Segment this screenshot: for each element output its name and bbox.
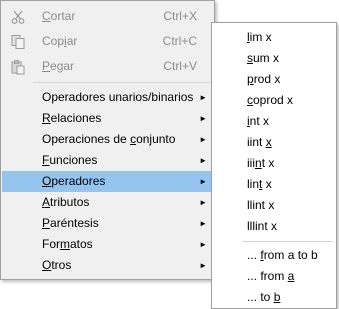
menu-item-label: Operadores unarios/binarios <box>42 90 194 104</box>
menu-item-label: Cortar <box>42 9 76 23</box>
submenu-item-label: lllint x <box>247 219 278 233</box>
submenu-item-lllint[interactable]: lllint x <box>213 216 335 237</box>
menu-item-parentesis[interactable]: Paréntesis ► <box>2 213 213 234</box>
submenu-item-label: coprod x <box>247 93 294 107</box>
menu-item-label: Funciones <box>42 153 98 167</box>
submenu-item-label: lint x <box>247 177 272 191</box>
submenu-item-to-b[interactable]: ... to b <box>213 287 335 308</box>
menu-item-label: Operadores <box>42 174 106 188</box>
submenu-item-label: ... to b <box>247 290 281 304</box>
cut-icon <box>11 10 25 24</box>
menu-separator <box>33 82 210 83</box>
submenu-item-iiint[interactable]: iiint x <box>213 153 335 174</box>
menu-item-label: Formatos <box>42 237 93 251</box>
submenu-item-lim[interactable]: lim x <box>213 27 335 48</box>
submenu-item-label: iiint x <box>247 156 275 170</box>
submenu-arrow-icon: ► <box>199 219 207 228</box>
submenu-item-from-a[interactable]: ... from a <box>213 266 335 287</box>
submenu-item-label: prod x <box>247 72 281 86</box>
menu-item-label: Paréntesis <box>42 216 99 230</box>
submenu-arrow-icon: ► <box>199 156 207 165</box>
submenu-arrow-icon: ► <box>199 240 207 249</box>
menu-item-operaciones-de-conjunto[interactable]: Operaciones de conjunto ► <box>2 129 213 150</box>
menu-item-shortcut: Ctrl+V <box>163 59 197 73</box>
menu-item-label: Copiar <box>42 34 78 48</box>
operadores-submenu: lim x sum x prod x coprod x int x iint x… <box>211 22 337 309</box>
menu-item-otros[interactable]: Otros ► <box>2 255 213 276</box>
submenu-item-label: ... from a to b <box>247 248 318 262</box>
menu-item-copy[interactable]: Copiar Ctrl+C <box>2 31 213 52</box>
menu-item-label: Atributos <box>42 195 90 209</box>
submenu-arrow-icon: ► <box>199 198 207 207</box>
menu-item-funciones[interactable]: Funciones ► <box>2 150 213 171</box>
submenu-item-prod[interactable]: prod x <box>213 69 335 90</box>
menu-item-label: Relaciones <box>42 111 102 125</box>
submenu-arrow-icon: ► <box>199 93 207 102</box>
copy-icon <box>11 35 25 49</box>
menu-item-relaciones[interactable]: Relaciones ► <box>2 108 213 129</box>
submenu-item-from-a-to-b[interactable]: ... from a to b <box>213 245 335 266</box>
menu-item-label: Operaciones de conjunto <box>42 132 176 146</box>
paste-icon <box>11 60 25 75</box>
submenu-item-label: int x <box>247 114 270 128</box>
submenu-item-label: iint x <box>247 135 272 149</box>
submenu-item-sum[interactable]: sum x <box>213 48 335 69</box>
submenu-arrow-icon: ► <box>199 177 207 186</box>
submenu-arrow-icon: ► <box>199 135 207 144</box>
submenu-item-llint[interactable]: llint x <box>213 195 335 216</box>
submenu-item-lint[interactable]: lint x <box>213 174 335 195</box>
submenu-item-label: lim x <box>247 30 272 44</box>
menu-item-shortcut: Ctrl+C <box>162 34 197 48</box>
menu-item-paste[interactable]: Pegar Ctrl+V <box>2 56 213 77</box>
menu-item-formatos[interactable]: Formatos ► <box>2 234 213 255</box>
submenu-item-int[interactable]: int x <box>213 111 335 132</box>
menu-item-shortcut: Ctrl+X <box>163 9 197 23</box>
submenu-item-coprod[interactable]: coprod x <box>213 90 335 111</box>
submenu-item-iint[interactable]: iint x <box>213 132 335 153</box>
submenu-arrow-icon: ► <box>199 261 207 270</box>
menu-item-atributos[interactable]: Atributos ► <box>2 192 213 213</box>
menu-item-label: Pegar <box>42 59 75 73</box>
submenu-arrow-icon: ► <box>199 114 207 123</box>
menu-item-operadores-unarios-binarios[interactable]: Operadores unarios/binarios ► <box>2 87 213 108</box>
submenu-item-label: ... from a <box>247 269 295 283</box>
submenu-separator <box>242 241 332 242</box>
menu-item-operadores[interactable]: Operadores ► <box>2 171 213 192</box>
context-menu: Cortar Ctrl+X Copiar Ctrl+C Pegar Ctrl+V… <box>0 0 215 280</box>
menu-item-cut[interactable]: Cortar Ctrl+X <box>2 6 213 27</box>
submenu-item-label: sum x <box>247 51 280 65</box>
menu-item-label: Otros <box>42 258 72 272</box>
submenu-item-label: llint x <box>247 198 275 212</box>
